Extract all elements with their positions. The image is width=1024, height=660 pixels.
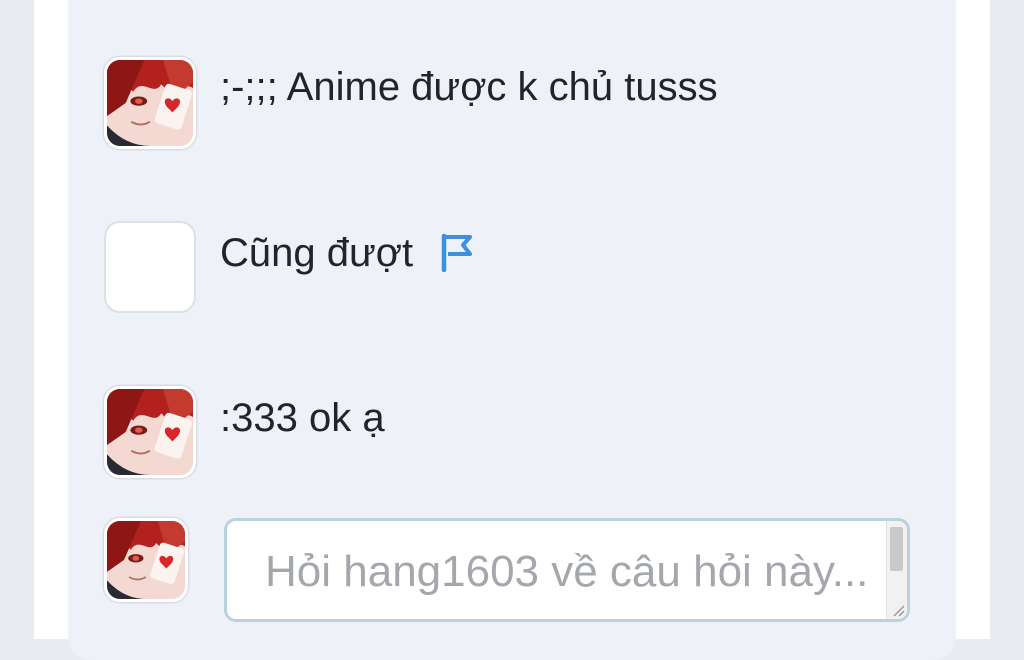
comment-text: ;-;;; Anime được k chủ tusss: [220, 65, 718, 109]
resize-grip-icon[interactable]: [891, 603, 905, 617]
scrollbar-thumb[interactable]: [890, 527, 903, 571]
anime-avatar-image: [107, 521, 185, 599]
current-user-avatar[interactable]: [104, 518, 188, 602]
ask-row: [104, 518, 188, 602]
comment-text: :333 ok ạ: [220, 396, 385, 440]
ask-question-input[interactable]: [227, 521, 891, 619]
anime-avatar-image: [107, 60, 193, 146]
ask-question-box: [224, 518, 910, 622]
comment-item: Cũng đượt: [104, 221, 475, 313]
anime-avatar-image: [107, 389, 193, 475]
user-avatar[interactable]: [104, 386, 196, 478]
blank-avatar[interactable]: [104, 221, 196, 313]
comment-item: :333 ok ạ: [104, 386, 385, 478]
user-avatar[interactable]: [104, 57, 196, 149]
comment-text: Cũng đượt: [220, 231, 414, 275]
flag-icon[interactable]: [439, 229, 475, 273]
comment-item: ;-;;; Anime được k chủ tusss: [104, 57, 718, 149]
comment-text-row: Cũng đượt: [220, 223, 475, 283]
